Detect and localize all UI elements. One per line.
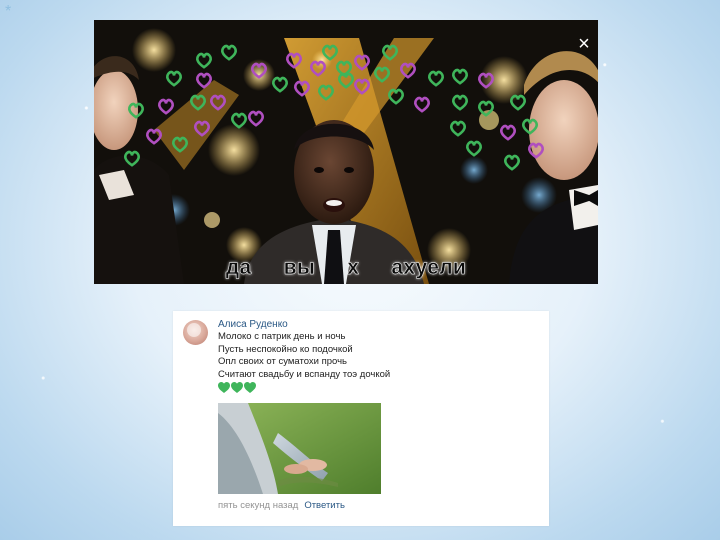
meme-caption: да вы х ахуели (225, 256, 467, 279)
reply-button[interactable]: Ответить (304, 500, 345, 511)
comment-card: Алиса Руденко Молоко с патрик день и ноч… (173, 311, 549, 526)
comment-line: Опл своих от суматохи прочь (218, 356, 347, 367)
photo-scene (218, 403, 381, 494)
comment-author[interactable]: Алиса Руденко (218, 319, 288, 330)
avatar[interactable] (183, 320, 208, 345)
emoji-row (218, 382, 256, 396)
green-heart-icon (218, 382, 230, 393)
green-heart-icon (231, 382, 243, 393)
comment-line: Считают свадьбу и вспанду тоэ дочкой (218, 368, 391, 380)
green-heart-icon (244, 382, 256, 393)
slide-corner-mark: * (5, 3, 12, 20)
comment-line: Молоко с патрик день и ночь (218, 331, 346, 342)
comment-timestamp[interactable]: пять секунд назад (218, 500, 298, 511)
attached-photo[interactable] (218, 403, 381, 494)
close-icon[interactable]: × (576, 34, 592, 54)
comment-line: Пусть неспокойно ко подочкой (218, 343, 353, 355)
meme-scene (94, 20, 598, 284)
comment-text: Молоко с патрик день и ночь Пусть неспок… (218, 331, 538, 381)
meme-image: × да вы х ахуели (94, 20, 598, 284)
comment-meta: пять секунд назад Ответить (218, 500, 345, 511)
